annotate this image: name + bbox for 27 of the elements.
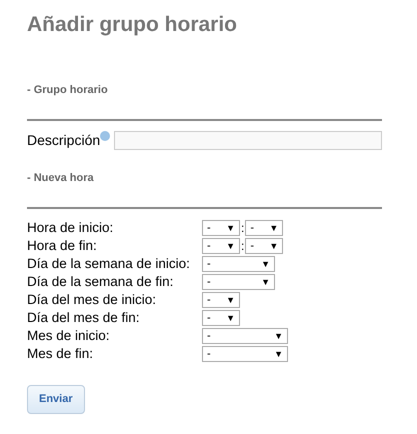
select-field[interactable]: - ▼ [202, 310, 240, 326]
field-label: Día del mes de fin: [27, 309, 141, 327]
select-field[interactable]: - ▼ [202, 220, 240, 236]
section-heading: - Grupo horario [27, 83, 109, 98]
field-label: Hora de fin: [27, 237, 98, 255]
field-label: Día de la semana de inicio: [27, 255, 191, 273]
field-label: Descripción [27, 131, 100, 149]
help-icon[interactable] [100, 131, 110, 141]
separator: : [240, 220, 246, 236]
select-field[interactable]: - ▼ [202, 238, 240, 254]
field-label: Mes de inicio: [27, 327, 111, 345]
field-label: Día de la semana de fin: [27, 273, 174, 291]
select-field[interactable]: - ▼ [202, 328, 288, 344]
select-field[interactable]: - ▼ [202, 292, 240, 308]
section-heading: - Nueva hora [27, 170, 95, 186]
page-title: Añadir grupo horario [27, 12, 238, 38]
field-label: Mes de fin: [27, 345, 94, 363]
select-field[interactable]: - ▼ [245, 238, 284, 254]
submit-button[interactable]: Enviar [27, 385, 85, 414]
select-field[interactable]: - ▼ [202, 346, 288, 362]
description-field[interactable] [114, 130, 382, 150]
select-field[interactable]: - ▼ [202, 256, 275, 272]
select-field[interactable]: - ▼ [245, 220, 284, 236]
separator: : [240, 238, 246, 254]
select-field[interactable]: - ▼ [202, 274, 275, 290]
field-label: Día del mes de inicio: [27, 291, 158, 309]
field-label: Hora de inicio: [27, 219, 114, 237]
